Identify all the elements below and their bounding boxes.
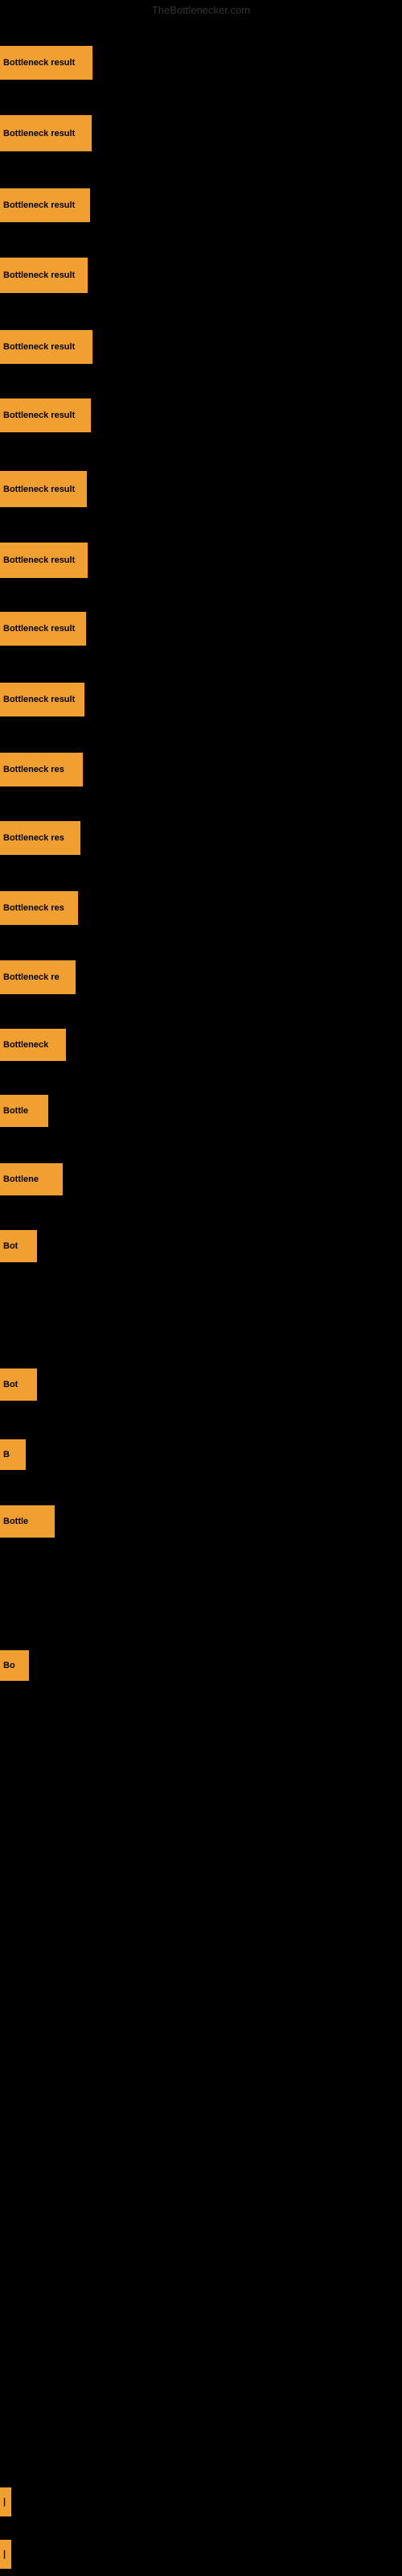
badge-18[interactable]: Bot <box>0 1230 37 1262</box>
badge-5[interactable]: Bottleneck result <box>0 330 92 364</box>
badge-6[interactable]: Bottleneck result <box>0 398 91 432</box>
badge-15[interactable]: Bottleneck <box>0 1029 66 1061</box>
badge-11[interactable]: Bottleneck res <box>0 753 83 786</box>
badge-3[interactable]: Bottleneck result <box>0 188 90 222</box>
badge-23[interactable]: | <box>0 2487 11 2516</box>
badge-17[interactable]: Bottlene <box>0 1163 63 1195</box>
badge-4[interactable]: Bottleneck result <box>0 258 88 293</box>
badge-21[interactable]: Bottle <box>0 1505 55 1538</box>
badge-22[interactable]: Bo <box>0 1650 29 1681</box>
badge-20[interactable]: B <box>0 1439 26 1470</box>
site-title: TheBottlenecker.com <box>0 4 402 16</box>
badge-2[interactable]: Bottleneck result <box>0 115 92 151</box>
badge-24[interactable]: | <box>0 2540 11 2569</box>
badge-9[interactable]: Bottleneck result <box>0 612 86 646</box>
badge-7[interactable]: Bottleneck result <box>0 471 87 507</box>
badge-1[interactable]: Bottleneck result <box>0 46 92 80</box>
badge-10[interactable]: Bottleneck result <box>0 683 84 716</box>
badge-16[interactable]: Bottle <box>0 1095 48 1127</box>
badge-19[interactable]: Bot <box>0 1368 37 1401</box>
badge-8[interactable]: Bottleneck result <box>0 543 88 578</box>
badge-14[interactable]: Bottleneck re <box>0 960 76 994</box>
badge-13[interactable]: Bottleneck res <box>0 891 78 925</box>
badge-12[interactable]: Bottleneck res <box>0 821 80 855</box>
